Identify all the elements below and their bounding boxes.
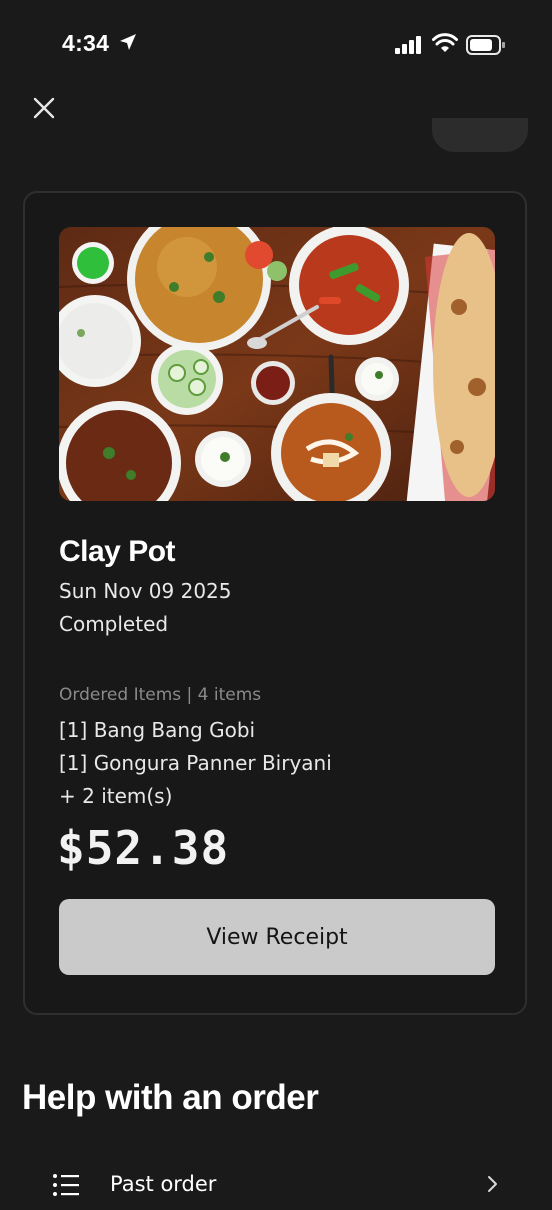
close-button[interactable] (28, 92, 60, 124)
order-date: Sun Nov 09 2025 (59, 579, 232, 603)
battery-icon (466, 35, 505, 55)
ordered-items-header: Ordered Items | 4 items (59, 685, 262, 705)
close-icon (33, 97, 55, 119)
list-icon (53, 1174, 79, 1196)
restaurant-name: Clay Pot (59, 535, 176, 568)
past-order-row[interactable]: Past order (0, 1160, 552, 1210)
order-card: Clay Pot Sun Nov 09 2025 Completed Order… (23, 191, 527, 1015)
wifi-icon (432, 33, 458, 52)
status-time: 4:34 (62, 30, 110, 56)
ordered-item-more: + 2 item(s) (59, 784, 173, 808)
signal-icon (395, 36, 421, 54)
past-order-label: Past order (110, 1172, 217, 1196)
ordered-item: [1] Gongura Panner Biryani (59, 751, 332, 775)
view-receipt-button[interactable]: View Receipt (59, 899, 495, 975)
location-arrow-icon (120, 34, 136, 50)
view-receipt-label: View Receipt (206, 924, 348, 950)
order-total: $52.38 (57, 821, 230, 875)
help-section-title: Help with an order (22, 1078, 319, 1117)
chevron-right-icon (488, 1176, 497, 1192)
top-pill-button[interactable] (432, 118, 528, 152)
order-status: Completed (59, 612, 169, 636)
ordered-item: [1] Bang Bang Gobi (59, 718, 256, 742)
food-image (59, 227, 495, 501)
status-bar: 4:34 (0, 0, 552, 80)
